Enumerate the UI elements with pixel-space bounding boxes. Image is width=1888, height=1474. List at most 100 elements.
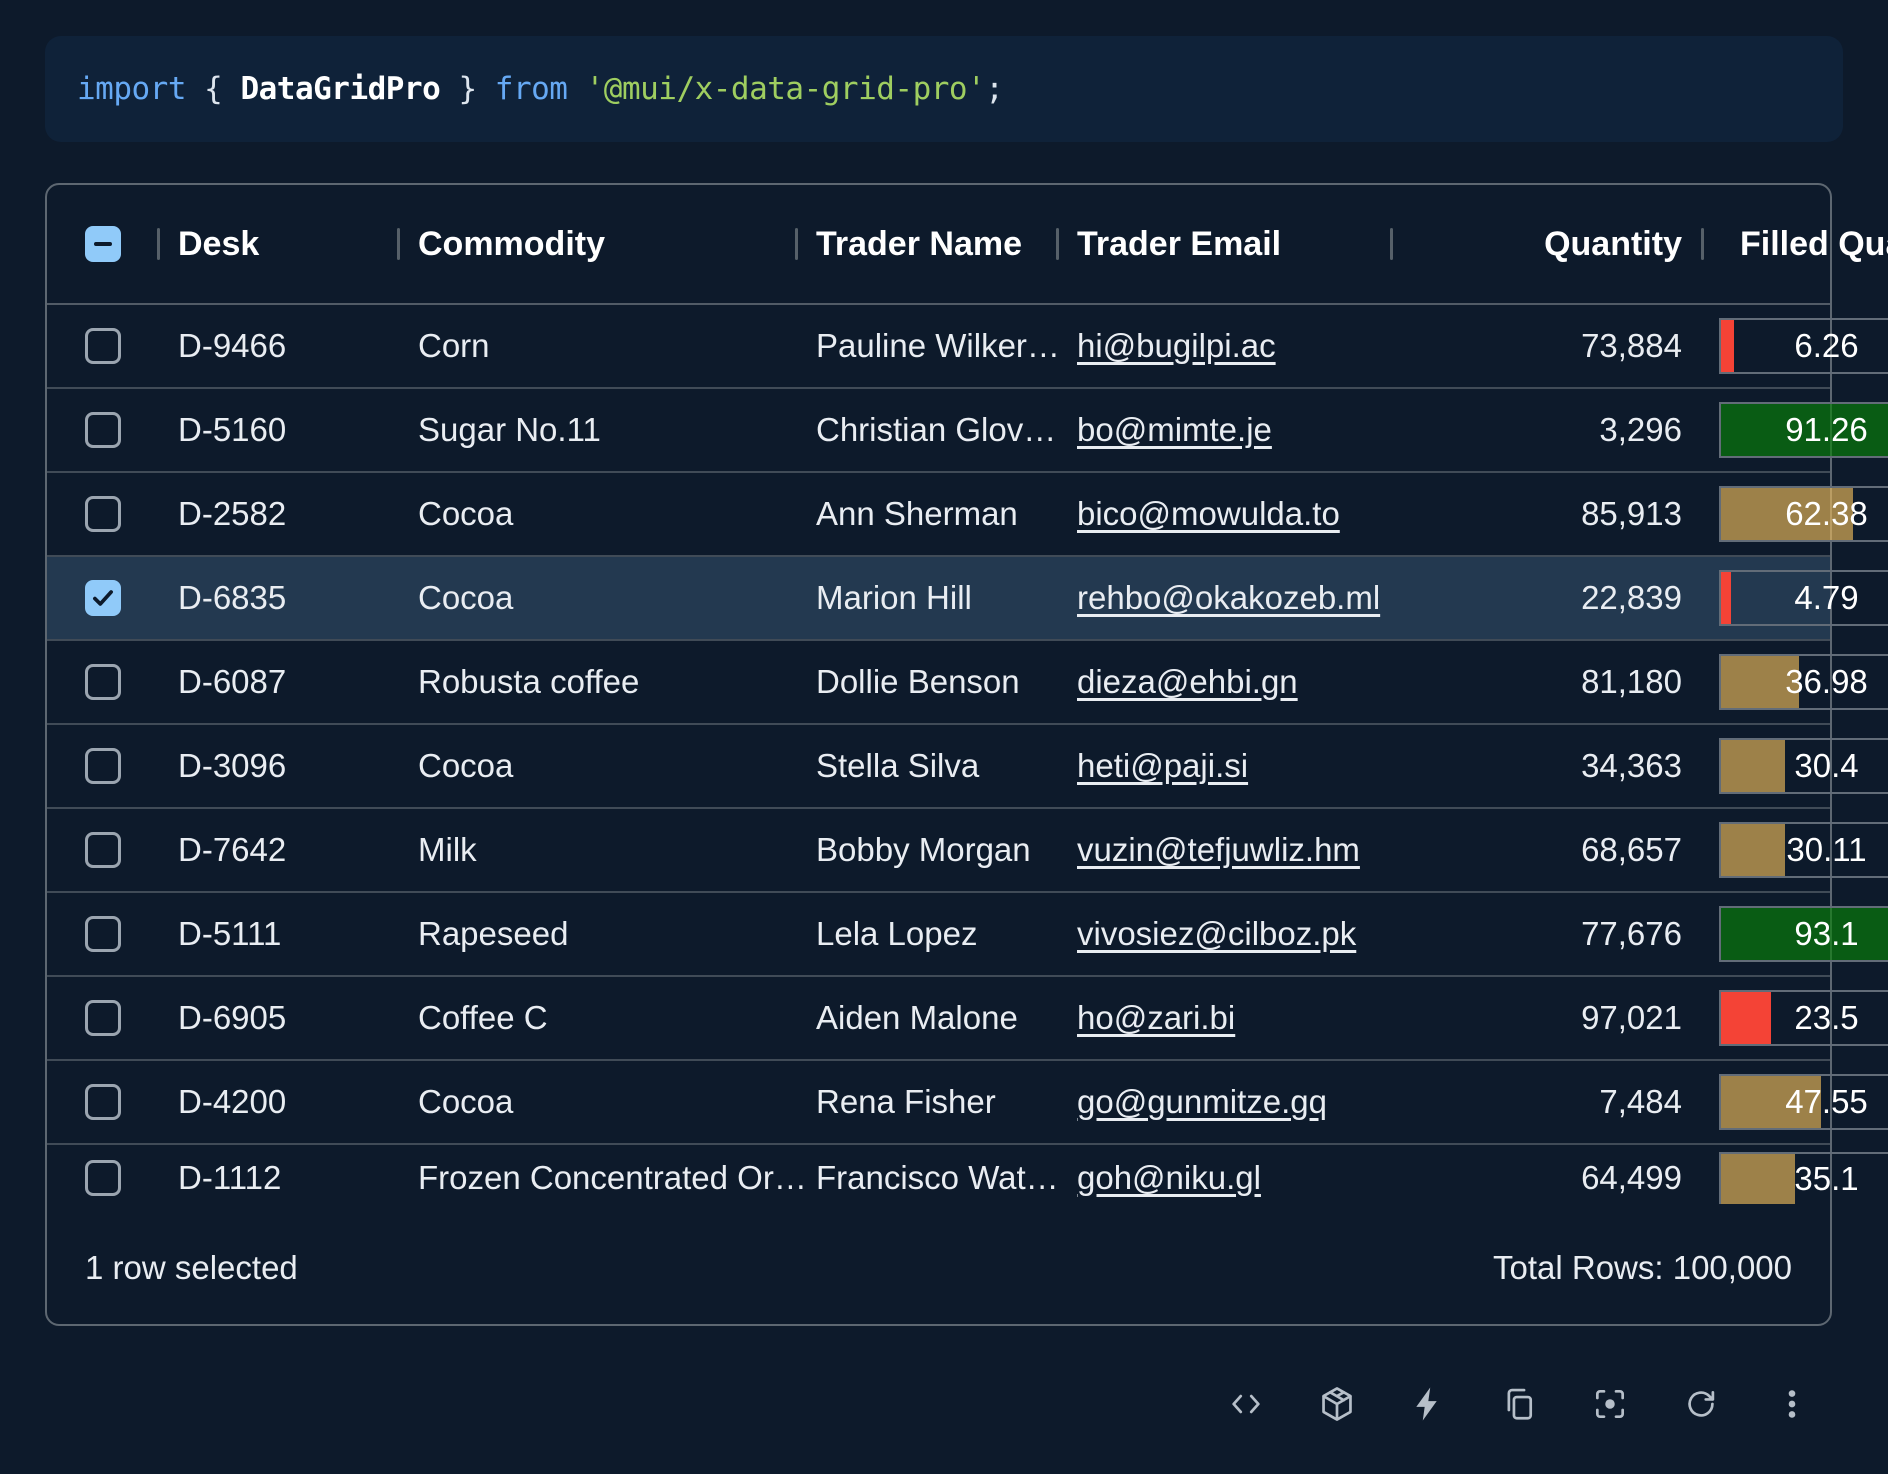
row-checkbox[interactable] — [85, 832, 121, 868]
table-row[interactable]: D-6835CocoaMarion Hillrehbo@okakozeb.ml2… — [47, 557, 1830, 641]
select-all-checkbox[interactable] — [85, 226, 121, 262]
cell-filled: 36.98 — [1702, 641, 1888, 723]
trader-email-link[interactable]: vivosiez@cilboz.pk — [1077, 915, 1356, 953]
table-row[interactable]: D-4200CocoaRena Fishergo@gunmitze.gq7,48… — [47, 1061, 1830, 1145]
reset-focus-button[interactable] — [1586, 1381, 1634, 1429]
trader-email-link[interactable]: bo@mimte.je — [1077, 411, 1272, 449]
row-checkbox[interactable] — [85, 664, 121, 700]
cell-desk: D-5111 — [158, 893, 398, 975]
cell-checkbox — [47, 641, 158, 723]
column-header-quantity[interactable]: Quantity — [1391, 185, 1702, 303]
trader-email-link[interactable]: bico@mowulda.to — [1077, 495, 1340, 533]
column-header-trader_name[interactable]: Trader Name — [796, 185, 1057, 303]
cell-text: Ann Sherman — [816, 495, 1018, 533]
cell-commodity: Cocoa — [398, 1061, 796, 1143]
more-options-button[interactable] — [1768, 1381, 1816, 1429]
cell-filled: 47.55 — [1702, 1061, 1888, 1143]
cell-trader_email: hi@bugilpi.ac — [1057, 305, 1391, 387]
cell-text: Sugar No.11 — [418, 411, 601, 449]
cell-filled: 23.5 — [1702, 977, 1888, 1059]
table-row[interactable]: D-6087Robusta coffeeDollie Bensondieza@e… — [47, 641, 1830, 725]
cell-text: Milk — [418, 831, 477, 869]
row-checkbox[interactable] — [85, 1000, 121, 1036]
filled-quantity-value: 47.55 — [1721, 1076, 1888, 1128]
cell-quantity: 85,913 — [1391, 473, 1702, 555]
cell-commodity: Coffee C — [398, 977, 796, 1059]
filled-quantity-bar: 6.26 — [1719, 318, 1888, 374]
trader-email-link[interactable]: vuzin@tefjuwliz.hm — [1077, 831, 1360, 869]
cell-quantity: 77,676 — [1391, 893, 1702, 975]
table-row[interactable]: D-2582 Cocoa Ann Sherman bico@mowulda.to 85,… — [47, 473, 1830, 557]
copy-code-button[interactable] — [1495, 1381, 1543, 1429]
cell-checkbox — [47, 473, 158, 555]
column-header-label: Filled Quantity — [1740, 225, 1888, 264]
table-row[interactable]: D-5160Sugar No.11Christian Glov…bo@mimte… — [47, 389, 1830, 473]
column-header-trader_email[interactable]: Trader Email — [1057, 185, 1391, 303]
trader-email-link[interactable]: dieza@ehbi.gn — [1077, 663, 1298, 701]
refresh-demo-button[interactable] — [1677, 1381, 1725, 1429]
cell-trader_name: Aiden Malone — [796, 977, 1057, 1059]
table-row[interactable]: D-3096CocoaStella Silvaheti@paji.si34,36… — [47, 725, 1830, 809]
cell-trader_email: ho@zari.bi — [1057, 977, 1391, 1059]
trader-email-link[interactable]: ho@zari.bi — [1077, 999, 1235, 1037]
cell-filled: 35.1 — [1702, 1145, 1888, 1211]
checkmark-icon — [90, 585, 116, 611]
column-header-desk[interactable]: Desk — [158, 185, 398, 303]
cell-text: 81,180 — [1581, 663, 1682, 701]
cell-trader_email: bico@mowulda.to — [1057, 473, 1391, 555]
cell-trader_name: Marion Hill — [796, 557, 1057, 639]
column-header-label: Trader Name — [816, 225, 1022, 264]
table-row[interactable]: D-6905 Coffee C Aiden Malone ho@zari.bi 97,0… — [47, 977, 1830, 1061]
table-row[interactable]: D-5111RapeseedLela Lopezvivosiez@cilboz.… — [47, 893, 1830, 977]
cell-text: D-6905 — [178, 999, 286, 1037]
row-checkbox[interactable] — [85, 412, 121, 448]
row-checkbox[interactable] — [85, 328, 121, 364]
cell-desk: D-6087 — [158, 641, 398, 723]
codesandbox-button[interactable] — [1313, 1381, 1361, 1429]
row-checkbox[interactable] — [85, 1084, 121, 1120]
cell-filled: 62.38 — [1702, 473, 1888, 555]
row-checkbox[interactable] — [85, 496, 121, 532]
indeterminate-icon — [90, 231, 116, 257]
code-token: } — [440, 71, 495, 107]
show-code-button[interactable] — [1222, 1381, 1270, 1429]
row-checkbox[interactable] — [85, 1160, 121, 1196]
cell-text: 97,021 — [1581, 999, 1682, 1037]
cell-quantity: 22,839 — [1391, 557, 1702, 639]
cell-text: Coffee C — [418, 999, 548, 1037]
cell-text: D-4200 — [178, 1083, 286, 1121]
cell-trader_name: Christian Glov… — [796, 389, 1057, 471]
cell-checkbox — [47, 389, 158, 471]
trader-email-link[interactable]: goh@niku.gl — [1077, 1159, 1261, 1197]
cell-trader_name: Lela Lopez — [796, 893, 1057, 975]
code-token: ; — [985, 71, 1003, 107]
table-row[interactable]: D-7642MilkBobby Morganvuzin@tefjuwliz.hm… — [47, 809, 1830, 893]
trader-email-link[interactable]: go@gunmitze.gq — [1077, 1083, 1327, 1121]
row-checkbox[interactable] — [85, 748, 121, 784]
cell-text: Frozen Concentrated Or… — [418, 1159, 807, 1197]
column-header-label: Trader Email — [1077, 225, 1281, 264]
filled-quantity-value: 4.79 — [1721, 572, 1888, 624]
row-checkbox[interactable] — [85, 916, 121, 952]
table-row[interactable]: D-9466CornPauline Wilker…hi@bugilpi.ac73… — [47, 305, 1830, 389]
filled-quantity-value: 62.38 — [1721, 488, 1888, 540]
cell-quantity: 97,021 — [1391, 977, 1702, 1059]
cell-quantity: 68,657 — [1391, 809, 1702, 891]
cell-checkbox — [47, 725, 158, 807]
cell-desk: D-4200 — [158, 1061, 398, 1143]
trader-email-link[interactable]: heti@paji.si — [1077, 747, 1248, 785]
column-header-filled[interactable]: Filled Quantity — [1702, 185, 1888, 303]
stackblitz-button[interactable] — [1404, 1381, 1452, 1429]
trader-email-link[interactable]: hi@bugilpi.ac — [1077, 327, 1276, 365]
code-token: { — [204, 71, 240, 107]
cell-text: D-2582 — [178, 495, 286, 533]
code-icon — [1227, 1385, 1265, 1426]
table-row[interactable]: D-1112Frozen Concentrated Or…Francisco W… — [47, 1145, 1830, 1211]
cell-text: Cocoa — [418, 495, 513, 533]
cell-text: Aiden Malone — [816, 999, 1018, 1037]
trader-email-link[interactable]: rehbo@okakozeb.ml — [1077, 579, 1380, 617]
cell-trader_email: vivosiez@cilboz.pk — [1057, 893, 1391, 975]
column-header-commodity[interactable]: Commodity — [398, 185, 796, 303]
row-checkbox[interactable] — [85, 580, 121, 616]
cell-desk: D-1112 — [158, 1145, 398, 1211]
